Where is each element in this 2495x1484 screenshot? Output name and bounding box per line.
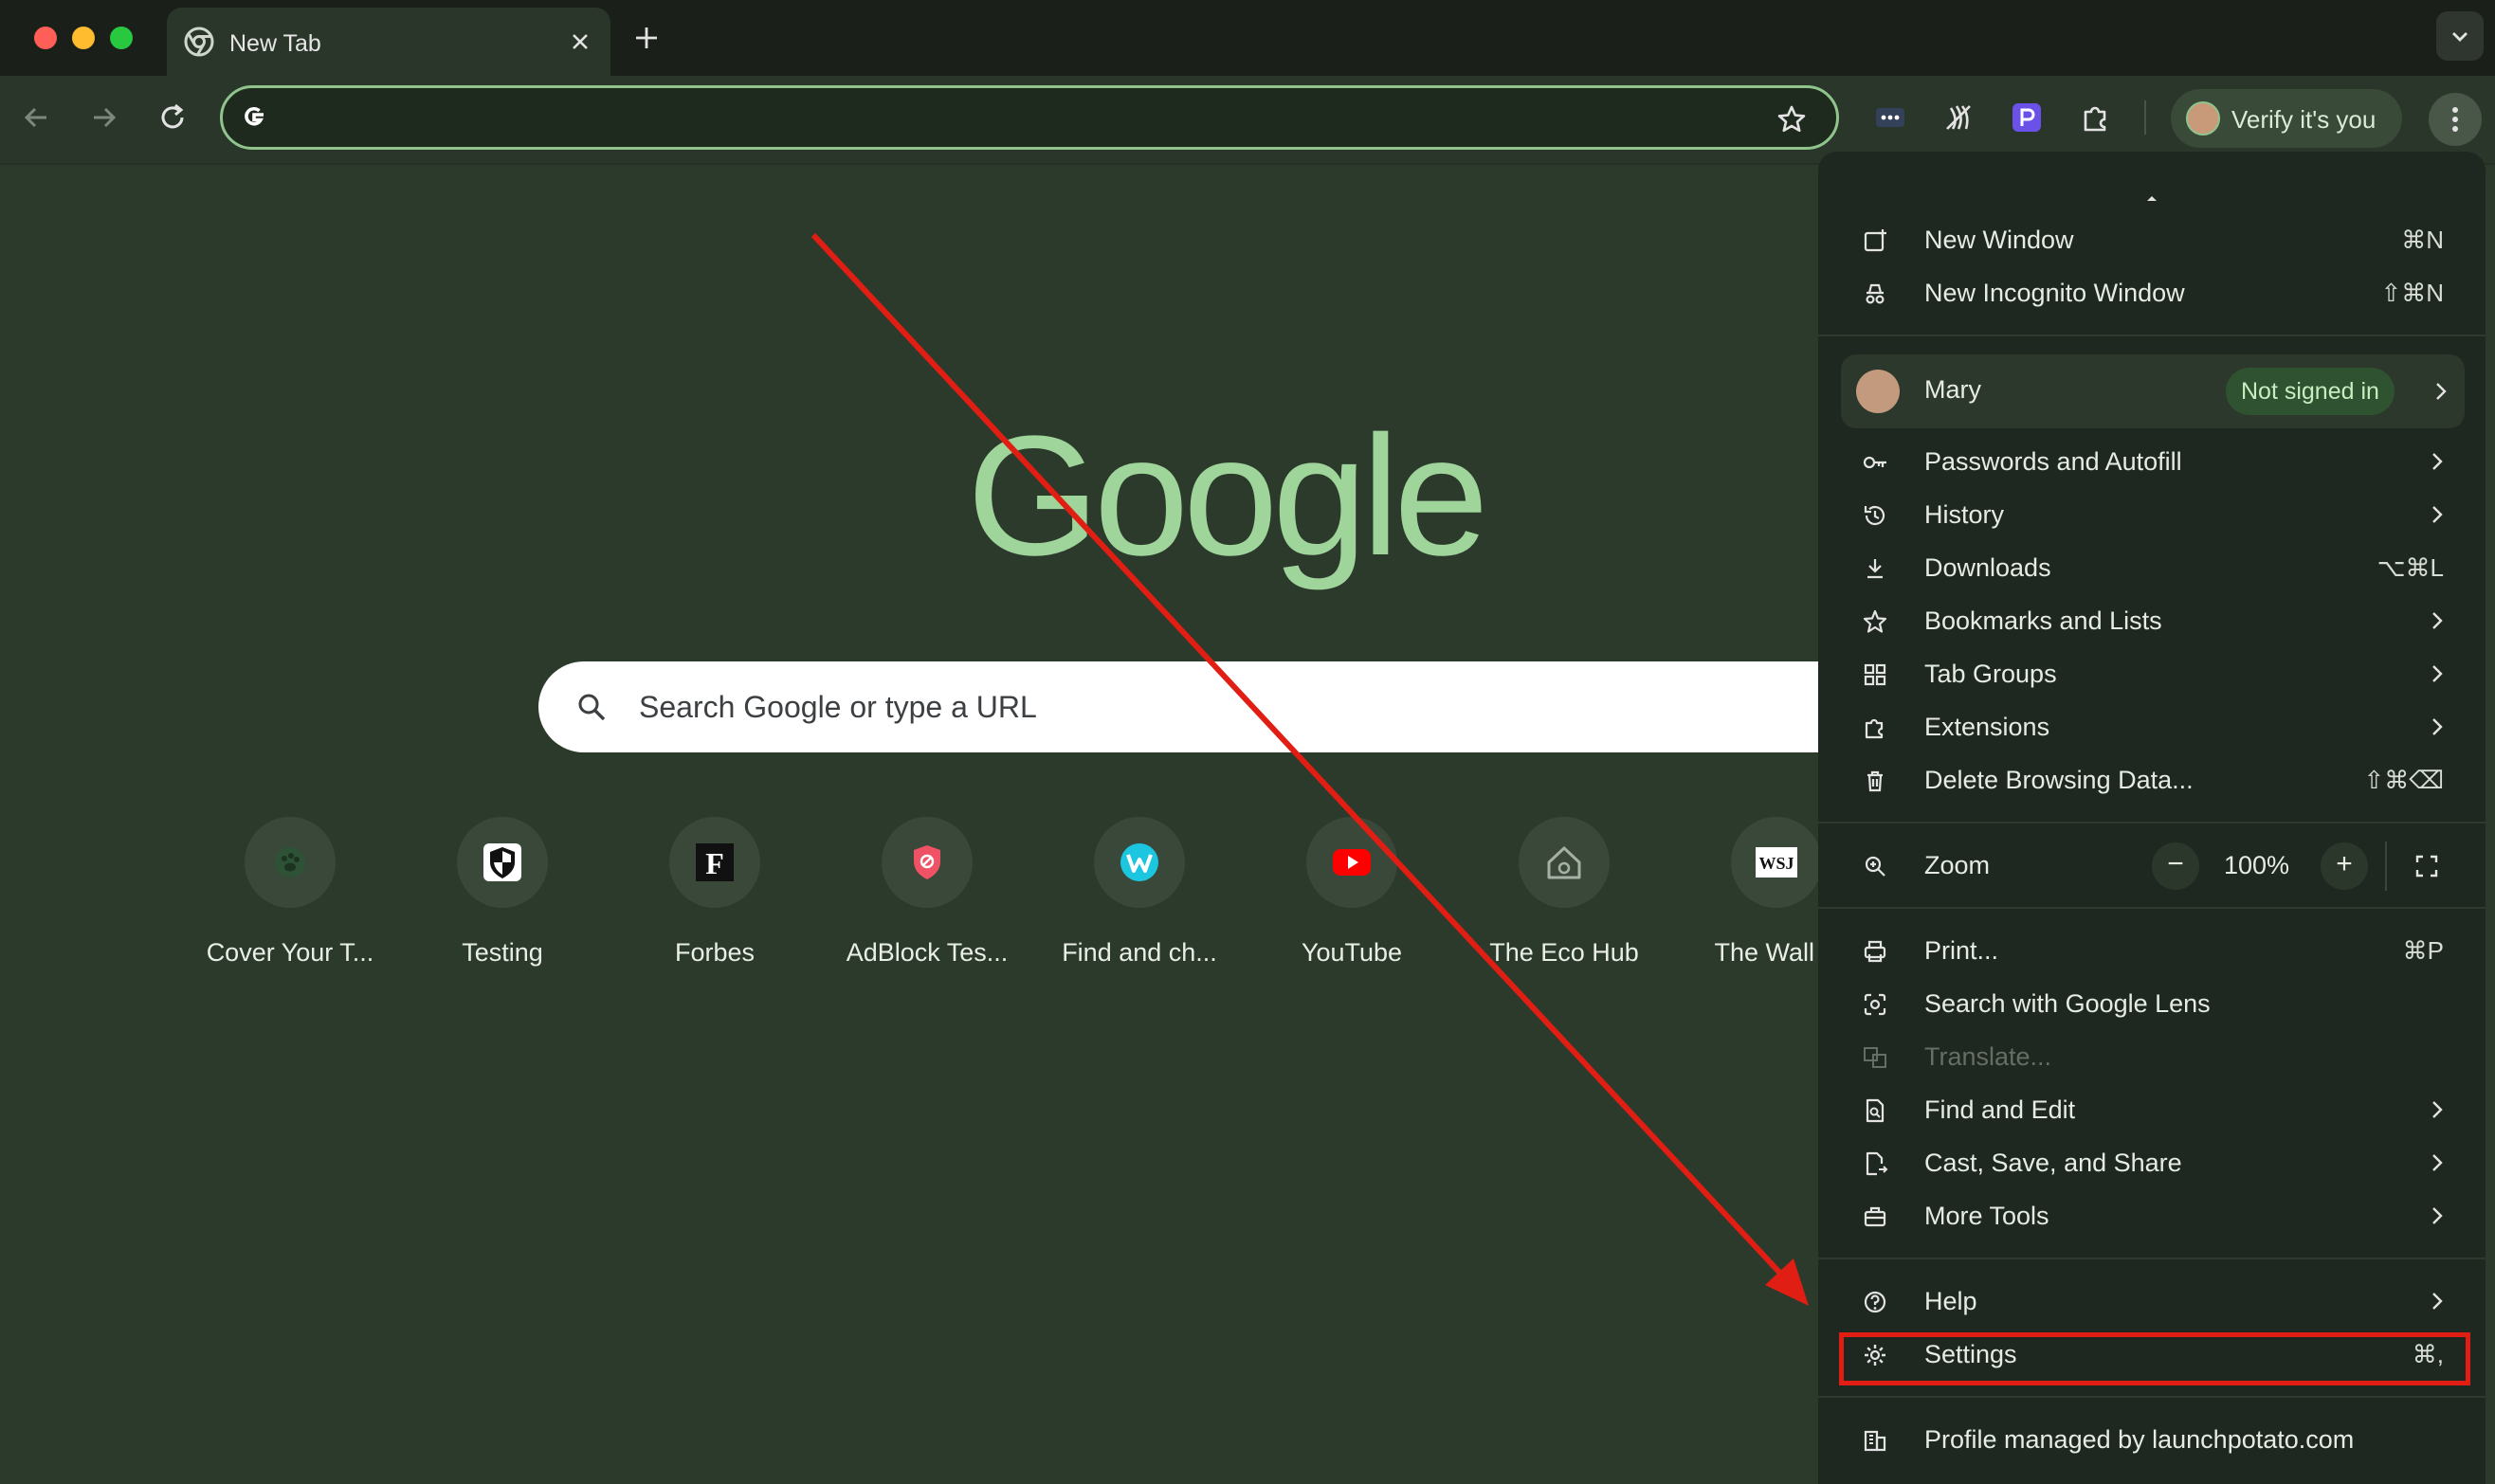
settings-highlight-box — [1839, 1332, 2470, 1385]
annotation-arrow — [810, 232, 1809, 1306]
